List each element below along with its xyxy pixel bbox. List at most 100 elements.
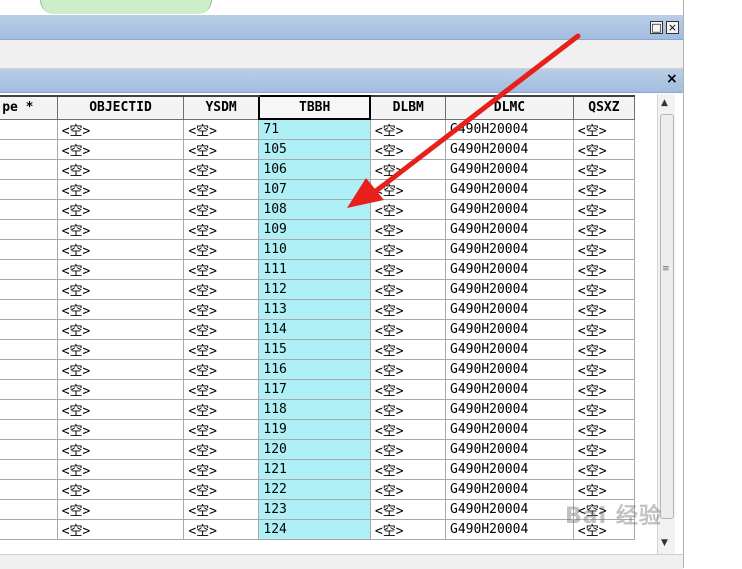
cell-dlmc[interactable]: G490H20004 (445, 438, 574, 460)
cell-ysdm[interactable]: <空> (183, 278, 260, 300)
cell-type[interactable] (0, 498, 58, 520)
cell-type[interactable] (0, 158, 58, 180)
scrollbar-thumb[interactable] (660, 114, 674, 519)
cell-type[interactable] (0, 178, 58, 200)
cell-objectid[interactable]: <空> (56, 258, 185, 280)
cell-dlmc[interactable]: G490H20004 (445, 358, 574, 380)
cell-qsxz[interactable]: <空> (572, 278, 636, 300)
cell-tbbh[interactable]: 118 (258, 398, 371, 420)
cell-type[interactable] (0, 478, 58, 500)
cell-tbbh[interactable]: 106 (258, 158, 371, 180)
cell-type[interactable] (0, 238, 58, 260)
cell-tbbh[interactable]: 122 (258, 478, 371, 500)
table-row[interactable]: <空> <空> 122 <空> G490H20004 <空> (0, 478, 636, 500)
cell-type[interactable] (0, 518, 58, 540)
cell-type[interactable] (0, 118, 58, 140)
cell-tbbh[interactable]: 117 (258, 378, 371, 400)
cell-dlbm[interactable]: <空> (369, 518, 447, 540)
cell-qsxz[interactable]: <空> (572, 238, 636, 260)
cell-ysdm[interactable]: <空> (183, 378, 260, 400)
cell-qsxz[interactable]: <空> (572, 138, 636, 160)
cell-qsxz[interactable]: <空> (572, 178, 636, 200)
cell-objectid[interactable]: <空> (56, 458, 185, 480)
cell-tbbh[interactable]: 71 (258, 118, 371, 140)
column-header-dlmc[interactable]: DLMC (445, 95, 574, 120)
cell-tbbh[interactable]: 112 (258, 278, 371, 300)
column-header-type[interactable]: pe * (0, 95, 58, 120)
cell-dlmc[interactable]: G490H20004 (445, 498, 574, 520)
cell-ysdm[interactable]: <空> (183, 138, 260, 160)
cell-tbbh[interactable]: 115 (258, 338, 371, 360)
cell-ysdm[interactable]: <空> (183, 118, 260, 140)
table-row[interactable]: <空> <空> 106 <空> G490H20004 <空> (0, 158, 636, 180)
cell-dlmc[interactable]: G490H20004 (445, 278, 574, 300)
cell-dlbm[interactable]: <空> (369, 158, 447, 180)
column-header-ysdm[interactable]: YSDM (183, 95, 260, 120)
horizontal-scrollbar[interactable] (0, 554, 683, 569)
cell-type[interactable] (0, 398, 58, 420)
cell-ysdm[interactable]: <空> (183, 438, 260, 460)
cell-type[interactable] (0, 418, 58, 440)
cell-qsxz[interactable]: <空> (572, 218, 636, 240)
cell-objectid[interactable]: <空> (56, 278, 185, 300)
cell-dlbm[interactable]: <空> (369, 338, 447, 360)
cell-dlmc[interactable]: G490H20004 (445, 398, 574, 420)
cell-ysdm[interactable]: <空> (183, 298, 260, 320)
cell-qsxz[interactable]: <空> (572, 478, 636, 500)
column-header-tbbh[interactable]: TBBH (257, 95, 372, 120)
cell-ysdm[interactable]: <空> (183, 258, 260, 280)
cell-tbbh[interactable]: 107 (258, 178, 371, 200)
cell-dlmc[interactable]: G490H20004 (445, 258, 574, 280)
cell-tbbh[interactable]: 111 (258, 258, 371, 280)
cell-dlbm[interactable]: <空> (369, 378, 447, 400)
cell-dlmc[interactable]: G490H20004 (445, 478, 574, 500)
cell-ysdm[interactable]: <空> (183, 178, 260, 200)
cell-dlmc[interactable]: G490H20004 (445, 118, 574, 140)
cell-dlmc[interactable]: G490H20004 (445, 318, 574, 340)
cell-dlbm[interactable]: <空> (369, 398, 447, 420)
cell-dlmc[interactable]: G490H20004 (445, 238, 574, 260)
cell-dlbm[interactable]: <空> (369, 198, 447, 220)
cell-dlmc[interactable]: G490H20004 (445, 178, 574, 200)
table-row[interactable]: <空> <空> 113 <空> G490H20004 <空> (0, 298, 636, 320)
cell-dlmc[interactable]: G490H20004 (445, 518, 574, 540)
cell-ysdm[interactable]: <空> (183, 318, 260, 340)
cell-tbbh[interactable]: 119 (258, 418, 371, 440)
cell-qsxz[interactable]: <空> (572, 118, 636, 140)
table-row[interactable]: <空> <空> 71 <空> G490H20004 <空> (0, 118, 636, 140)
cell-objectid[interactable]: <空> (56, 318, 185, 340)
cell-objectid[interactable]: <空> (56, 158, 185, 180)
table-row[interactable]: <空> <空> 115 <空> G490H20004 <空> (0, 338, 636, 360)
column-header-dlbm[interactable]: DLBM (369, 95, 447, 120)
table-row[interactable]: <空> <空> 117 <空> G490H20004 <空> (0, 378, 636, 400)
table-row[interactable]: <空> <空> 116 <空> G490H20004 <空> (0, 358, 636, 380)
cell-objectid[interactable]: <空> (56, 338, 185, 360)
scroll-up-arrow-icon[interactable]: ▲ (661, 98, 668, 108)
cell-dlmc[interactable]: G490H20004 (445, 198, 574, 220)
cell-qsxz[interactable]: <空> (572, 158, 636, 180)
cell-dlbm[interactable]: <空> (369, 138, 447, 160)
cell-type[interactable] (0, 198, 58, 220)
cell-ysdm[interactable]: <空> (183, 418, 260, 440)
attribute-table-grid[interactable]: pe * OBJECTID YSDM TBBH DLBM DLMC QSXZ <空> <空> 7… (0, 94, 657, 554)
cell-type[interactable] (0, 278, 58, 300)
cell-ysdm[interactable]: <空> (183, 358, 260, 380)
column-header-objectid[interactable]: OBJECTID (56, 95, 185, 120)
cell-qsxz[interactable]: <空> (572, 398, 636, 420)
cell-dlbm[interactable]: <空> (369, 478, 447, 500)
cell-ysdm[interactable]: <空> (183, 158, 260, 180)
cell-qsxz[interactable]: <空> (572, 338, 636, 360)
table-row[interactable]: <空> <空> 119 <空> G490H20004 <空> (0, 418, 636, 440)
table-row[interactable]: <空> <空> 108 <空> G490H20004 <空> (0, 198, 636, 220)
cell-dlbm[interactable]: <空> (369, 458, 447, 480)
cell-ysdm[interactable]: <空> (183, 218, 260, 240)
cell-ysdm[interactable]: <空> (183, 498, 260, 520)
table-row[interactable]: <空> <空> 120 <空> G490H20004 <空> (0, 438, 636, 460)
cell-dlbm[interactable]: <空> (369, 318, 447, 340)
cell-ysdm[interactable]: <空> (183, 518, 260, 540)
cell-objectid[interactable]: <空> (56, 418, 185, 440)
cell-tbbh[interactable]: 124 (258, 518, 371, 540)
cell-type[interactable] (0, 358, 58, 380)
cell-objectid[interactable]: <空> (56, 298, 185, 320)
cell-qsxz[interactable]: <空> (572, 378, 636, 400)
